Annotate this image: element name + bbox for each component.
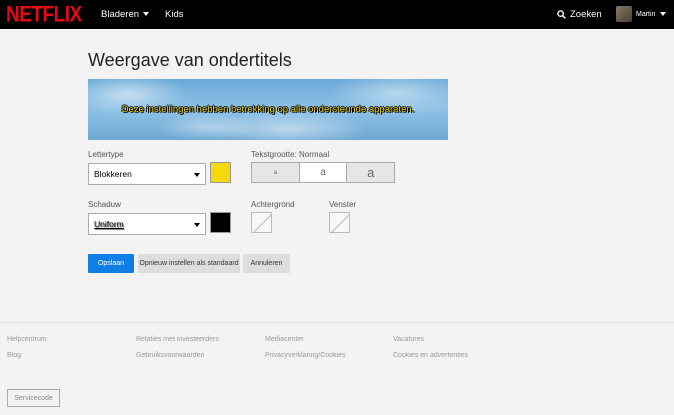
footer-link-privacy[interactable]: Privacyverklaring/Cookies	[265, 352, 346, 359]
window-label: Venster	[329, 200, 357, 209]
text-size-selector: a a a	[251, 162, 395, 183]
save-button[interactable]: Opslaan	[88, 254, 134, 273]
background-label: Achtergrond	[251, 200, 295, 209]
browse-menu[interactable]: Bladeren	[101, 9, 150, 20]
shadow-label: Schaduw	[88, 200, 121, 209]
shadow-value: Uniform	[94, 219, 124, 229]
footer-link-blog[interactable]: Blog	[7, 352, 21, 359]
page-title: Weergave van ondertitels	[88, 50, 292, 70]
text-size-small[interactable]: a	[252, 163, 299, 182]
profile-name: Martin	[636, 10, 656, 18]
preview-text: Deze instellingen hebben betrekking op a…	[121, 104, 415, 115]
background-color-swatch[interactable]	[251, 212, 272, 233]
top-nav-bar: NETFLIX Bladeren Kids Zoeken Martin	[0, 0, 674, 29]
footer-link-investors[interactable]: Relaties met investeerders	[136, 336, 219, 343]
kids-link[interactable]: Kids	[165, 9, 183, 20]
footer-divider	[0, 322, 674, 323]
avatar	[616, 6, 632, 22]
chevron-down-icon	[660, 12, 667, 16]
shadow-select[interactable]: Uniform	[88, 213, 206, 235]
netflix-logo[interactable]: NETFLIX	[6, 3, 82, 28]
text-size-normal[interactable]: a	[298, 163, 347, 182]
footer-link-cookies[interactable]: Cookies en advertenties	[393, 352, 468, 359]
shadow-color-swatch[interactable]	[210, 212, 231, 233]
cancel-button[interactable]: Annuleren	[243, 254, 290, 273]
font-color-swatch[interactable]	[210, 162, 231, 183]
footer-link-jobs[interactable]: Vacatures	[393, 336, 424, 343]
subtitle-preview: Deze instellingen hebben betrekking op a…	[88, 79, 448, 140]
font-value: Blokkeren	[94, 169, 132, 179]
reset-default-button[interactable]: Opnieuw instellen als standaard	[138, 254, 240, 273]
search-icon	[557, 10, 566, 19]
window-color-swatch[interactable]	[329, 212, 350, 233]
chevron-down-icon	[194, 223, 200, 227]
footer-link-help[interactable]: Helpcentrum	[7, 336, 47, 343]
search-button[interactable]: Zoeken	[557, 9, 602, 20]
chevron-down-icon	[143, 12, 150, 16]
profile-menu[interactable]: Martin	[616, 6, 667, 22]
font-select[interactable]: Blokkeren	[88, 163, 206, 185]
footer-link-terms[interactable]: Gebruiksvoorwaarden	[136, 352, 204, 359]
font-label: Lettertype	[88, 150, 124, 159]
search-label: Zoeken	[570, 9, 602, 20]
service-code-button[interactable]: Servicecode	[7, 389, 60, 407]
browse-label: Bladeren	[101, 9, 140, 20]
text-size-label: Tekstgrootte: Normaal	[251, 150, 330, 159]
footer-link-media[interactable]: Mediacenter	[265, 336, 304, 343]
none-slash-icon	[331, 214, 349, 232]
text-size-large[interactable]: a	[346, 163, 395, 182]
none-slash-icon	[253, 214, 271, 232]
chevron-down-icon	[194, 173, 200, 177]
